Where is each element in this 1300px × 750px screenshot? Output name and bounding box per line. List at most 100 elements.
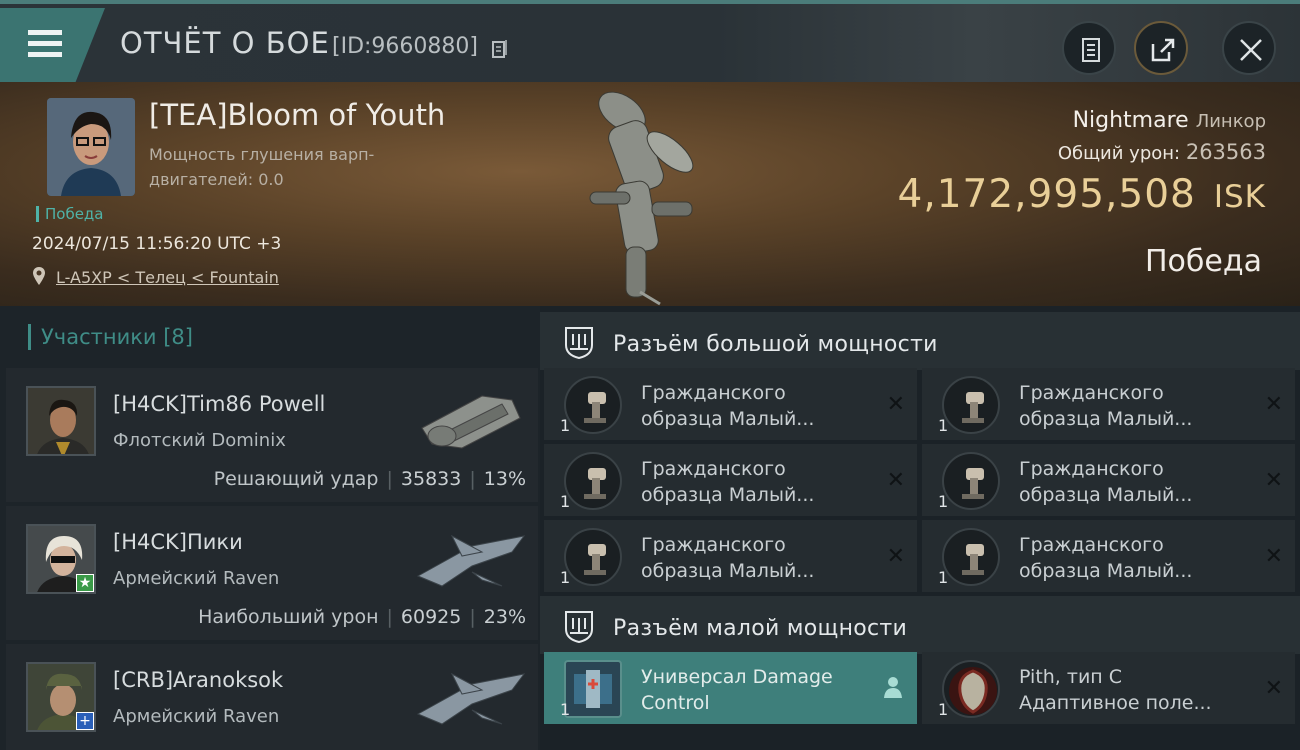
participant-ship: Флотский Dominix bbox=[113, 430, 286, 451]
adaptive-field-icon bbox=[942, 660, 1000, 718]
plus-badge-icon: + bbox=[76, 712, 94, 730]
module-icon bbox=[564, 452, 622, 510]
location-pin-icon bbox=[33, 267, 45, 285]
close-button[interactable] bbox=[1222, 21, 1276, 75]
participant-ship-image bbox=[416, 534, 526, 587]
victim-avatar[interactable] bbox=[47, 98, 135, 196]
battle-outcome: Победа bbox=[1145, 244, 1262, 279]
module-icon bbox=[942, 452, 1000, 510]
high-slot-label: Разъём большой мощности bbox=[613, 332, 938, 357]
module-qty: 1 bbox=[938, 492, 949, 511]
participant-row[interactable]: [H4CK]Tim86 Powell Флотский Dominix Реша… bbox=[6, 368, 538, 502]
participant-damage: 35833 bbox=[400, 468, 462, 490]
module-slot[interactable]: 1 Гражданского образца Малый... ✕ bbox=[544, 444, 917, 516]
menu-button[interactable] bbox=[0, 8, 105, 82]
location-link[interactable]: L-A5XP < Телец < Fountain bbox=[56, 268, 279, 287]
participant-percent: 23% bbox=[483, 606, 526, 628]
module-slot[interactable]: 1 Гражданского образца Малый... ✕ bbox=[922, 520, 1295, 592]
victim-ship-class: Линкор bbox=[1195, 111, 1266, 132]
low-slot-header: Разъём малой мощности bbox=[540, 596, 1300, 654]
module-qty: 1 bbox=[938, 568, 949, 587]
module-slot[interactable]: 1 Гражданского образца Малый... ✕ bbox=[544, 368, 917, 440]
module-name: Универсал Damage Control bbox=[641, 666, 833, 714]
participant-stat-label: Наибольший урон bbox=[198, 606, 379, 628]
participant-ship-image bbox=[421, 395, 521, 449]
victim-ship-image bbox=[589, 91, 694, 306]
participant-damage: 60925 bbox=[400, 606, 462, 628]
module-icon bbox=[564, 376, 622, 434]
participant-name: [H4CK]Tim86 Powell bbox=[113, 392, 326, 416]
battle-datetime: 2024/07/15 11:56:20 UTC +3 bbox=[32, 234, 282, 254]
participant-stat-label: Решающий удар bbox=[213, 468, 379, 490]
page-title: ОТЧЁТ О БОЕ bbox=[120, 26, 330, 60]
total-damage-value: 263563 bbox=[1185, 140, 1266, 164]
participant-stats: Решающий удар | 35833 | 13% bbox=[213, 468, 526, 490]
module-qty: 1 bbox=[938, 416, 949, 435]
module-icon bbox=[942, 528, 1000, 586]
module-icon bbox=[942, 376, 1000, 434]
victim-ship-type: Nightmare Линкор bbox=[1073, 108, 1266, 133]
participants-header[interactable]: Участники [8] bbox=[28, 324, 193, 350]
damage-control-icon bbox=[564, 660, 622, 718]
module-qty: 1 bbox=[560, 416, 571, 435]
module-slot[interactable]: 1 Pith, тип C Адаптивное поле... ✕ bbox=[922, 652, 1295, 724]
share-button[interactable] bbox=[1134, 21, 1188, 75]
menu-icon-bar bbox=[28, 41, 62, 46]
destroyed-x-icon: ✕ bbox=[1264, 676, 1283, 701]
participant-percent: 13% bbox=[483, 468, 526, 490]
module-slot[interactable]: 1 Гражданского образца Малый... ✕ bbox=[922, 368, 1295, 440]
participant-stats: Наибольший урон | 60925 | 23% bbox=[198, 606, 526, 628]
copy-icon[interactable] bbox=[492, 39, 508, 59]
module-name: Гражданского образца Малый... bbox=[641, 382, 815, 430]
participants-panel: Участники [8] [H4CK]Tim86 Powell Флотски… bbox=[0, 306, 540, 750]
module-qty: 1 bbox=[560, 492, 571, 511]
module-qty: 1 bbox=[560, 700, 571, 719]
isk-unit: ISK bbox=[1213, 179, 1266, 215]
share-icon bbox=[1151, 38, 1175, 62]
participant-row[interactable]: + [CRB]Aranoksok Армейский Raven bbox=[6, 644, 538, 750]
module-name: Гражданского образца Малый... bbox=[641, 534, 815, 582]
isk-value: 4,172,995,508 ISK bbox=[898, 172, 1266, 217]
battle-id: [ID:9660880] bbox=[332, 34, 478, 59]
module-qty: 1 bbox=[938, 700, 949, 719]
destroyed-x-icon: ✕ bbox=[886, 392, 905, 417]
participant-ship: Армейский Raven bbox=[113, 568, 280, 589]
top-bar: ОТЧЁТ О БОЕ [ID:9660880] bbox=[0, 0, 1300, 82]
clipboard-icon bbox=[1082, 38, 1100, 62]
module-name: Гражданского образца Малый... bbox=[641, 458, 815, 506]
person-icon bbox=[884, 677, 902, 698]
module-slot[interactable]: 1 Гражданского образца Малый... ✕ bbox=[922, 444, 1295, 516]
warp-jam-strength: Мощность глушения варп-двигателей: 0.0 bbox=[149, 145, 375, 189]
fitting-panel: Разъём большой мощности 1 Гражданского об… bbox=[540, 306, 1300, 750]
clipboard-button[interactable] bbox=[1062, 21, 1116, 75]
victim-banner: [TEA]Bloom of Youth Мощность глушения ва… bbox=[0, 82, 1300, 306]
module-slot[interactable]: 1 Гражданского образца Малый... ✕ bbox=[544, 520, 917, 592]
module-name: Гражданского образца Малый... bbox=[1019, 382, 1193, 430]
participant-ship-image bbox=[416, 672, 526, 725]
total-damage: Общий урон: 263563 bbox=[1058, 140, 1266, 164]
participant-avatar bbox=[26, 386, 96, 456]
participant-ship: Армейский Raven bbox=[113, 706, 280, 727]
victim-ship-name: Nightmare bbox=[1072, 108, 1189, 133]
module-name: Гражданского образца Малый... bbox=[1019, 458, 1193, 506]
high-slot-shield-icon bbox=[565, 327, 593, 359]
module-name: Pith, тип C Адаптивное поле... bbox=[1019, 666, 1212, 714]
destroyed-x-icon: ✕ bbox=[1264, 468, 1283, 493]
destroyed-x-icon: ✕ bbox=[1264, 392, 1283, 417]
isk-amount: 4,172,995,508 bbox=[897, 172, 1196, 217]
destroyed-x-icon: ✕ bbox=[886, 544, 905, 569]
destroyed-x-icon: ✕ bbox=[1264, 544, 1283, 569]
star-badge-icon: ★ bbox=[76, 574, 94, 592]
menu-icon bbox=[28, 30, 62, 35]
module-slot[interactable]: 1 Универсал Damage Control bbox=[544, 652, 917, 724]
low-slot-shield-icon bbox=[565, 611, 593, 643]
destroyed-x-icon: ✕ bbox=[886, 468, 905, 493]
participant-row[interactable]: ★ [H4CK]Пики Армейский Raven Наибольший … bbox=[6, 506, 538, 640]
result-tag: Победа bbox=[36, 206, 104, 222]
menu-icon-bar bbox=[28, 52, 62, 57]
victim-name[interactable]: [TEA]Bloom of Youth bbox=[149, 98, 445, 132]
high-slot-header: Разъём большой мощности bbox=[540, 312, 1300, 370]
module-name: Гражданского образца Малый... bbox=[1019, 534, 1193, 582]
close-icon bbox=[1240, 39, 1262, 61]
total-damage-label: Общий урон: bbox=[1057, 143, 1181, 164]
